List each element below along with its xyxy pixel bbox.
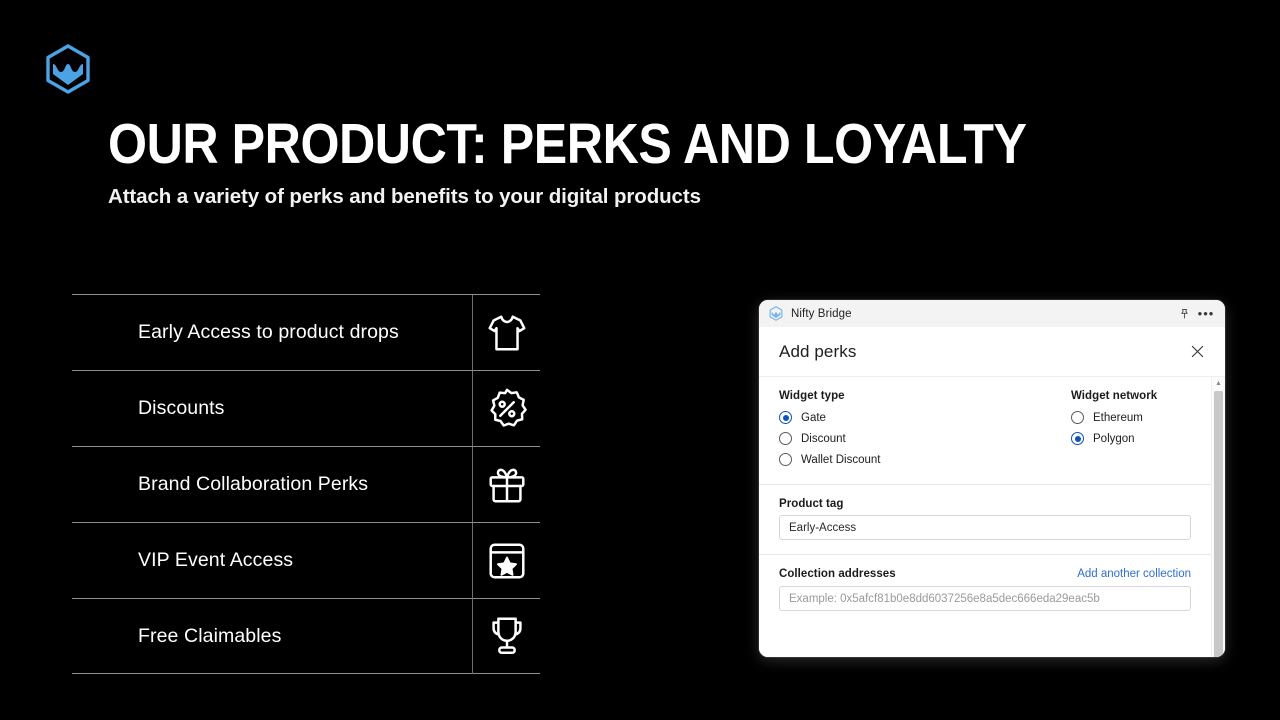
percent-badge-icon bbox=[472, 370, 540, 447]
dialog-scroll-region: Widget type Gate Discount Wallet Discoun… bbox=[759, 377, 1211, 657]
widget-network-label: Widget network bbox=[1071, 390, 1158, 402]
radio-option-discount[interactable]: Discount bbox=[779, 428, 1071, 449]
product-tag-section: Product tag bbox=[759, 485, 1211, 555]
more-dots-glyph: ••• bbox=[1197, 306, 1215, 321]
list-item: Brand Collaboration Perks bbox=[72, 446, 540, 523]
window-titlebar: Nifty Bridge ••• bbox=[759, 300, 1225, 327]
dialog-header: Add perks bbox=[759, 327, 1225, 377]
close-icon[interactable] bbox=[1183, 338, 1211, 366]
perks-list: Early Access to product drops Discounts … bbox=[72, 294, 540, 674]
dialog-title: Add perks bbox=[779, 341, 857, 361]
radio-button[interactable] bbox=[779, 432, 792, 445]
nifty-bridge-app-window: Nifty Bridge ••• Add perks Widget type G… bbox=[759, 300, 1225, 657]
list-item: VIP Event Access bbox=[72, 522, 540, 599]
trophy-icon bbox=[472, 598, 540, 674]
radio-option-gate[interactable]: Gate bbox=[779, 407, 1071, 428]
pin-icon[interactable] bbox=[1173, 304, 1195, 324]
widget-network-group: Widget network Ethereum Polygon bbox=[1071, 390, 1191, 470]
radio-option-ethereum[interactable]: Ethereum bbox=[1071, 407, 1191, 428]
widget-type-group: Widget type Gate Discount Wallet Discoun… bbox=[779, 390, 1071, 470]
nifty-bridge-hexagon-logo-icon bbox=[769, 306, 783, 321]
radio-option-label: Wallet Discount bbox=[801, 453, 881, 466]
radio-button[interactable] bbox=[779, 411, 792, 424]
radio-button[interactable] bbox=[1071, 411, 1084, 424]
gift-icon bbox=[472, 446, 540, 523]
collection-addresses-section: Collection addresses Add another collect… bbox=[759, 555, 1211, 625]
list-item-label: Early Access to product drops bbox=[138, 321, 399, 343]
page-subtitle: Attach a variety of perks and benefits t… bbox=[108, 185, 701, 208]
collection-addresses-label: Collection addresses bbox=[779, 568, 896, 580]
radio-option-label: Discount bbox=[801, 432, 846, 445]
collection-addresses-label-row: Collection addresses Add another collect… bbox=[779, 568, 1191, 580]
slide-root: OUR PRODUCT: PERKS AND LOYALTY Attach a … bbox=[0, 0, 1280, 720]
collection-address-input[interactable] bbox=[779, 586, 1191, 611]
more-horizontal-icon[interactable]: ••• bbox=[1195, 304, 1217, 324]
radio-option-label: Ethereum bbox=[1093, 411, 1143, 424]
list-item-label: Discounts bbox=[138, 397, 225, 419]
window-title: Nifty Bridge bbox=[791, 307, 852, 320]
dialog-body: Widget type Gate Discount Wallet Discoun… bbox=[759, 377, 1225, 657]
widget-options-section: Widget type Gate Discount Wallet Discoun… bbox=[759, 377, 1211, 485]
list-item-label: VIP Event Access bbox=[138, 549, 294, 571]
list-item-label: Brand Collaboration Perks bbox=[138, 473, 369, 495]
scrollbar-thumb[interactable] bbox=[1214, 391, 1223, 657]
product-tag-input[interactable] bbox=[779, 515, 1191, 540]
list-item: Early Access to product drops bbox=[72, 294, 540, 371]
vertical-scrollbar[interactable]: ▲ bbox=[1211, 377, 1225, 657]
radio-option-label: Polygon bbox=[1093, 432, 1135, 445]
radio-option-wallet-discount[interactable]: Wallet Discount bbox=[779, 449, 1071, 470]
widget-type-label: Widget type bbox=[779, 390, 845, 402]
chevron-up-icon[interactable]: ▲ bbox=[1212, 377, 1225, 390]
list-item: Discounts bbox=[72, 370, 540, 447]
radio-button[interactable] bbox=[1071, 432, 1084, 445]
list-item-label: Free Claimables bbox=[138, 624, 282, 647]
nifty-bridge-hexagon-logo-icon bbox=[44, 44, 92, 94]
add-another-collection-link[interactable]: Add another collection bbox=[1077, 568, 1191, 580]
radio-button[interactable] bbox=[779, 453, 792, 466]
radio-option-label: Gate bbox=[801, 411, 826, 424]
tshirt-icon bbox=[472, 294, 540, 371]
page-title: OUR PRODUCT: PERKS AND LOYALTY bbox=[108, 112, 1027, 176]
list-item: Free Claimables bbox=[72, 598, 540, 674]
ticket-star-icon bbox=[472, 522, 540, 599]
radio-option-polygon[interactable]: Polygon bbox=[1071, 428, 1191, 449]
product-tag-label: Product tag bbox=[779, 498, 844, 510]
